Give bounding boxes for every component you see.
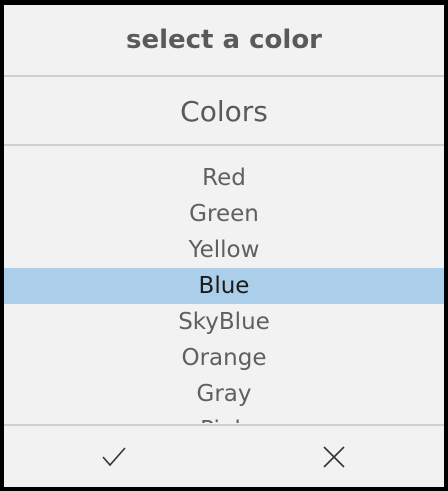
list-item-yellow[interactable]: Yellow — [4, 232, 444, 268]
list-header: Colors — [180, 95, 268, 128]
checkmark-icon — [102, 446, 126, 466]
list-item-orange[interactable]: Orange — [4, 340, 444, 376]
header-divider — [4, 144, 444, 146]
close-icon — [323, 445, 345, 468]
list-item-blue[interactable]: Blue — [4, 268, 444, 304]
list-item-gray[interactable]: Gray — [4, 376, 444, 412]
dialog-footer — [4, 426, 444, 487]
color-picker-dialog: select a color Colors Red Green Yellow B… — [4, 5, 444, 487]
list-item-skyblue[interactable]: SkyBlue — [4, 304, 444, 340]
dialog-title: select a color — [125, 25, 322, 55]
list-item-green[interactable]: Green — [4, 196, 444, 232]
accept-button[interactable] — [4, 426, 224, 487]
list-item-pink[interactable]: Pink — [4, 412, 444, 423]
cancel-button[interactable] — [224, 426, 444, 487]
color-list[interactable]: Red Green Yellow Blue SkyBlue Orange Gra… — [4, 160, 444, 423]
list-item-red[interactable]: Red — [4, 160, 444, 196]
